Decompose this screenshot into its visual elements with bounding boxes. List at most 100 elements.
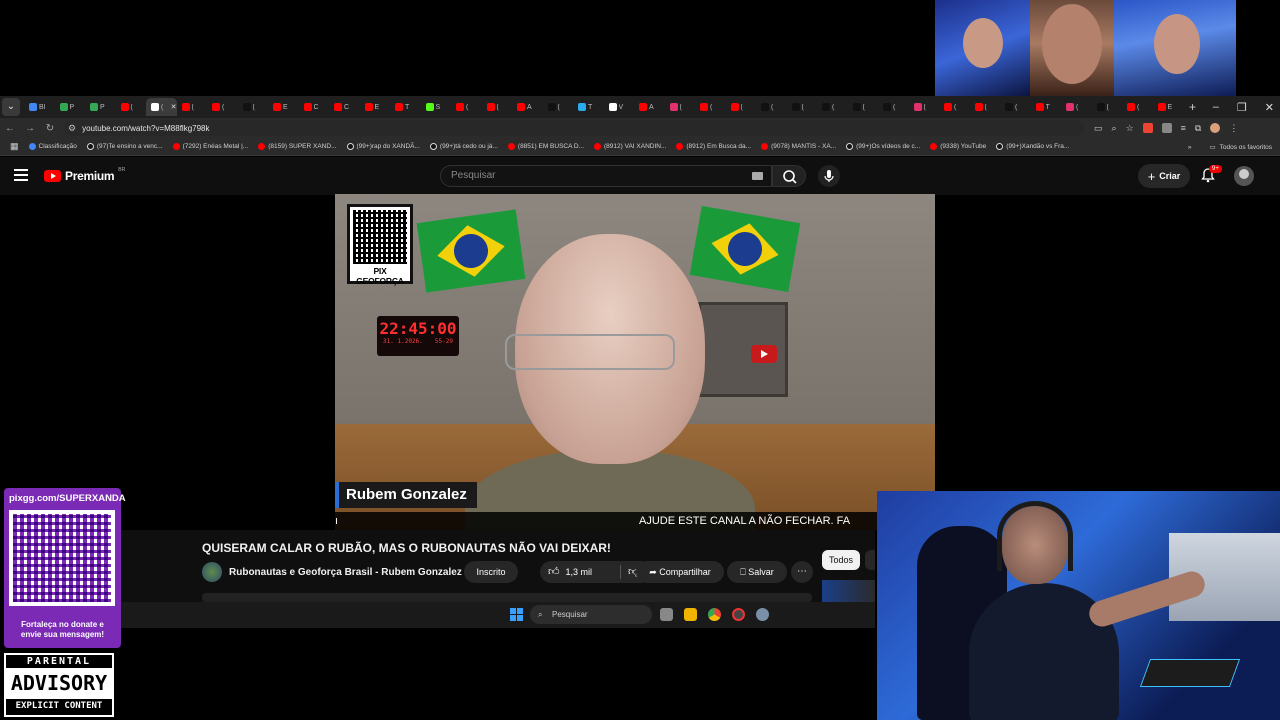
close-tab-icon[interactable]: ✕: [171, 103, 177, 111]
windows-start-icon[interactable]: [510, 608, 523, 621]
chrome-icon[interactable]: [708, 608, 721, 621]
reload-icon[interactable]: ↻: [40, 123, 60, 134]
voice-search-button[interactable]: [818, 165, 840, 187]
browser-tab[interactable]: (: [238, 98, 269, 116]
browser-tab[interactable]: (: [482, 98, 513, 116]
subscribed-button[interactable]: Inscrito: [464, 561, 518, 583]
chip-all[interactable]: Todos: [822, 550, 860, 570]
zoom-icon[interactable]: ⌕: [1112, 123, 1117, 134]
channel-avatar[interactable]: [202, 562, 222, 582]
browser-tab[interactable]: (: [695, 98, 726, 116]
profile-icon[interactable]: [1210, 123, 1221, 133]
browser-tab[interactable]: Bl: [24, 98, 55, 116]
bookmark-item[interactable]: (8912) Em Busca da...: [676, 143, 751, 150]
description-preview[interactable]: [202, 593, 812, 602]
browser-tab[interactable]: P: [55, 98, 86, 116]
minimize-button[interactable]: –: [1213, 101, 1219, 113]
search-button[interactable]: [772, 165, 806, 187]
bookmark-item[interactable]: (9338) YouTube: [930, 143, 986, 150]
recommended-thumbnail[interactable]: [822, 580, 875, 602]
maximize-button[interactable]: ❐: [1237, 101, 1247, 114]
account-avatar[interactable]: [1234, 166, 1254, 186]
bookmark-star-icon[interactable]: ☆: [1126, 123, 1134, 134]
bookmark-item[interactable]: (99+)Os vídeos de c...: [846, 143, 920, 150]
browser-tab[interactable]: E: [360, 98, 391, 116]
install-app-icon[interactable]: ▭: [1094, 123, 1103, 134]
browser-tab[interactable]: A: [634, 98, 665, 116]
keyboard-icon[interactable]: [752, 172, 763, 180]
share-button[interactable]: ➦ Compartilhar: [636, 561, 724, 583]
chevron-more-icon[interactable]: »: [1188, 144, 1192, 151]
bookmark-item[interactable]: (99+)rap do XANDÃ...: [346, 143, 420, 150]
browser-tab[interactable]: (✕: [146, 98, 177, 116]
like-button[interactable]: 👍︎ 1,3 mil: [548, 561, 592, 583]
browser-tab[interactable]: T: [1031, 98, 1062, 116]
taskbar-search[interactable]: ⌕ Pesquisar: [530, 605, 652, 624]
video-player[interactable]: PIX GEOFORÇA 22:45:00 31. 1.2026. 55-29 …: [335, 194, 935, 530]
create-button[interactable]: + Criar: [1138, 164, 1190, 188]
all-favorites[interactable]: » ▭ Todos os favoritos: [1188, 138, 1272, 156]
settings-gear-icon[interactable]: [756, 608, 769, 621]
browser-tab[interactable]: C: [299, 98, 330, 116]
extensions-puzzle-icon[interactable]: ⧉: [1195, 123, 1201, 134]
bookmark-item[interactable]: Classificação: [28, 143, 77, 150]
browser-tab[interactable]: (: [909, 98, 940, 116]
app-icon-red[interactable]: [732, 608, 745, 621]
youtube-logo[interactable]: Premium BR: [44, 167, 125, 183]
browser-tab[interactable]: E: [268, 98, 299, 116]
bookmark-item[interactable]: (8912) VAI XANDIN...: [594, 143, 666, 150]
new-tab-button[interactable]: +: [1189, 100, 1196, 114]
browser-tab[interactable]: (: [1092, 98, 1123, 116]
browser-tab[interactable]: (: [878, 98, 909, 116]
youtube-search-input[interactable]: Pesquisar: [440, 165, 772, 187]
browser-tab[interactable]: (: [177, 98, 208, 116]
browser-tab[interactable]: (: [970, 98, 1001, 116]
browser-tab[interactable]: (: [817, 98, 848, 116]
tab-search-button[interactable]: ⌄: [2, 98, 20, 116]
browser-tab[interactable]: (: [207, 98, 238, 116]
more-actions-button[interactable]: ⋯: [791, 561, 813, 583]
browser-tab[interactable]: (: [726, 98, 757, 116]
browser-tab[interactable]: T: [390, 98, 421, 116]
site-info-icon[interactable]: ⚙: [68, 123, 76, 134]
browser-tab[interactable]: (: [1122, 98, 1153, 116]
url-input[interactable]: ⚙ youtube.com/watch?v=M88flkg798k: [64, 120, 1084, 136]
browser-tab[interactable]: (: [116, 98, 147, 116]
browser-tab[interactable]: (: [543, 98, 574, 116]
browser-tab[interactable]: S: [421, 98, 452, 116]
browser-tab[interactable]: A: [512, 98, 543, 116]
bookmark-item[interactable]: (7292) Enéas Metal |...: [172, 143, 248, 150]
save-button[interactable]: ⎕ Salvar: [727, 561, 787, 583]
bookmark-item[interactable]: (8159) SUPER XAND...: [258, 143, 337, 150]
browser-tab[interactable]: P: [85, 98, 116, 116]
extension-red-icon[interactable]: [1142, 123, 1153, 133]
bookmark-item[interactable]: (8851) EM BUSCA D...: [507, 143, 584, 150]
browser-tab[interactable]: (: [756, 98, 787, 116]
back-arrow-icon[interactable]: ←: [0, 123, 20, 134]
browser-tab[interactable]: (: [848, 98, 879, 116]
menu-kebab-icon[interactable]: ⋮: [1229, 123, 1238, 134]
forward-arrow-icon[interactable]: →: [20, 123, 40, 134]
browser-tab[interactable]: V: [604, 98, 635, 116]
browser-tab[interactable]: E: [1153, 98, 1184, 116]
bookmark-item[interactable]: (99+)Xandão vs Fra...: [996, 143, 1069, 150]
browser-tab[interactable]: (: [1000, 98, 1031, 116]
chip-next[interactable]: [865, 550, 875, 570]
channel-name[interactable]: Rubonautas e Geoforça Brasil - Rubem Gon…: [229, 567, 472, 578]
task-view-icon[interactable]: [660, 608, 673, 621]
bookmark-item[interactable]: (97)Te ensino a venc...: [86, 143, 163, 150]
file-explorer-icon[interactable]: [684, 608, 697, 621]
browser-tab[interactable]: (: [787, 98, 818, 116]
bookmark-item[interactable]: (9078) MANTIS - XA...: [761, 143, 836, 150]
menu-hamburger-icon[interactable]: [14, 169, 28, 184]
extension-gray-icon[interactable]: [1161, 123, 1172, 133]
browser-tab[interactable]: (: [451, 98, 482, 116]
reading-list-icon[interactable]: ≡: [1181, 123, 1186, 133]
browser-tab[interactable]: T: [573, 98, 604, 116]
bookmark-item[interactable]: (99+)tá cedo ou já...: [429, 143, 498, 150]
browser-tab[interactable]: (: [1061, 98, 1092, 116]
browser-tab[interactable]: (: [665, 98, 696, 116]
apps-grid-icon[interactable]: ▦: [10, 141, 19, 152]
browser-tab[interactable]: (: [939, 98, 970, 116]
close-window-button[interactable]: ✕: [1265, 101, 1274, 114]
